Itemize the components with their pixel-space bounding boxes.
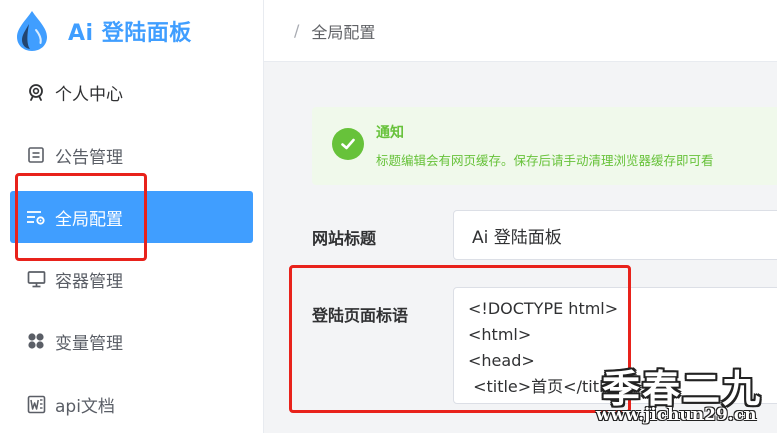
sidebar-item-label: 公告管理 [55, 147, 123, 168]
alert-description: 标题编辑会有网页缓存。保存后请手动清理浏览器缓存即可看 [376, 153, 714, 168]
sidebar-item-announcements[interactable]: 公告管理 [10, 129, 253, 181]
sidebar: Ai 登陆面板 个人中心 公告管理 全局配置 容器管理 变量管理 api文档 [0, 0, 264, 433]
sidebar-item-variables[interactable]: 变量管理 [10, 315, 253, 367]
settings-list-icon [26, 207, 46, 227]
user-circle-icon [26, 82, 46, 102]
app-root: Ai 登陆面板 个人中心 公告管理 全局配置 容器管理 变量管理 api文档 /… [0, 0, 777, 433]
brand[interactable]: Ai 登陆面板 [14, 10, 192, 52]
sidebar-item-label: 变量管理 [55, 333, 123, 354]
sidebar-item-global-config[interactable]: 全局配置 [10, 191, 253, 243]
sidebar-item-label: 全局配置 [55, 209, 123, 230]
main-content: 通知 标题编辑会有网页缓存。保存后请手动清理浏览器缓存即可看 网站标题 Ai 登… [264, 62, 777, 433]
sidebar-item-containers[interactable]: 容器管理 [10, 253, 253, 305]
water-drop-icon [17, 11, 47, 51]
check-circle-icon [332, 128, 364, 160]
brand-title: Ai 登陆面板 [68, 21, 192, 46]
notice-alert: 通知 标题编辑会有网页缓存。保存后请手动清理浏览器缓存即可看 [312, 107, 777, 185]
breadcrumb-current: 全局配置 [311, 22, 376, 42]
login-slogan-textarea[interactable]: <!DOCTYPE html> <html> <head> <title>首页<… [453, 287, 777, 404]
sidebar-item-label: 容器管理 [55, 271, 123, 292]
breadcrumb: / 全局配置 [264, 0, 777, 62]
breadcrumb-separator: / [294, 21, 300, 40]
grid-dots-icon [26, 331, 46, 351]
word-doc-icon [26, 394, 46, 414]
sidebar-item-label: api文档 [55, 396, 115, 417]
sidebar-item-label: 个人中心 [55, 84, 123, 105]
alert-title: 通知 [376, 125, 404, 141]
site-title-input[interactable]: Ai 登陆面板 [453, 210, 777, 260]
notice-board-icon [26, 145, 46, 165]
site-title-label: 网站标题 [312, 229, 377, 248]
sidebar-item-api-docs[interactable]: api文档 [10, 378, 253, 430]
login-slogan-label: 登陆页面标语 [312, 306, 409, 325]
sidebar-item-profile[interactable]: 个人中心 [10, 66, 253, 118]
monitor-icon [26, 269, 46, 289]
